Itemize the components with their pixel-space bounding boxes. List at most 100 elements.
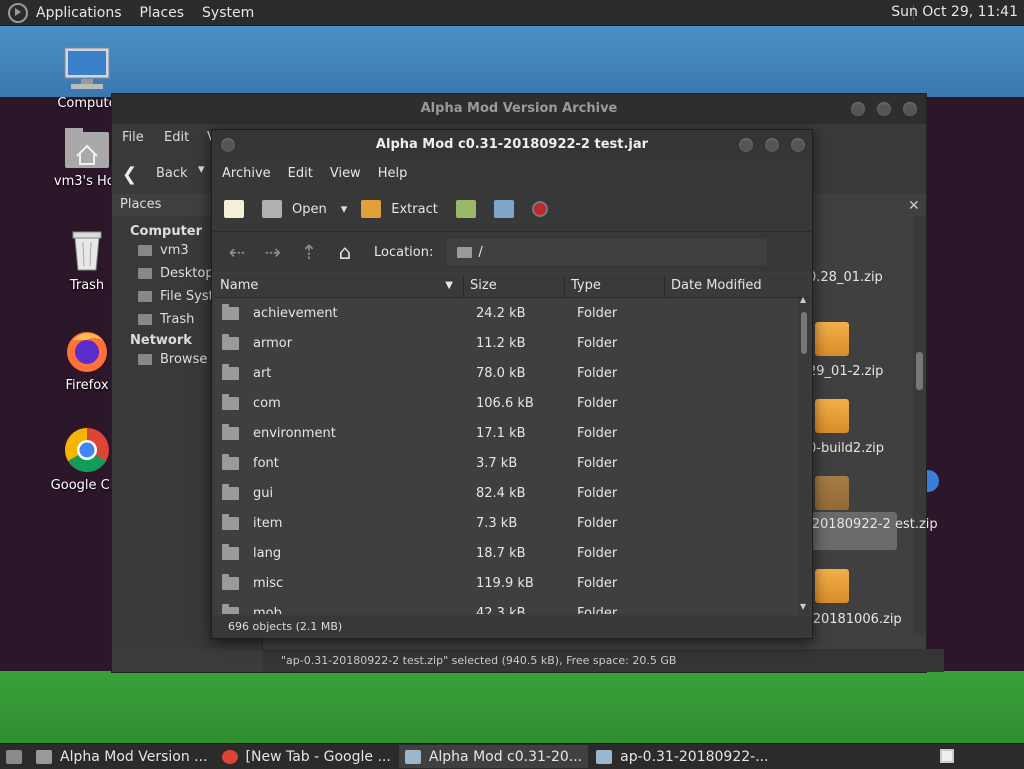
maximize-button[interactable] bbox=[876, 101, 892, 117]
maximize-button[interactable] bbox=[764, 137, 780, 153]
back-button[interactable]: Back bbox=[156, 166, 188, 181]
menu-view[interactable]: View bbox=[330, 166, 361, 181]
minimize-button[interactable] bbox=[738, 137, 754, 153]
table-row[interactable]: lang 18.7 kB Folder bbox=[214, 538, 798, 568]
file-item[interactable]: 0.28_01.zip bbox=[808, 270, 883, 285]
table-row[interactable]: misc 119.9 kB Folder bbox=[214, 568, 798, 598]
back-arrow-icon[interactable]: ⇠ bbox=[226, 240, 248, 264]
column-type[interactable]: Type bbox=[565, 275, 665, 297]
column-date-modified[interactable]: Date Modified bbox=[665, 275, 810, 297]
row-name: font bbox=[253, 455, 279, 471]
menu-edit[interactable]: Edit bbox=[288, 166, 313, 181]
main-menu-icon[interactable] bbox=[8, 2, 28, 23]
extract-button[interactable]: Extract bbox=[391, 202, 438, 217]
row-type: Folder bbox=[577, 365, 618, 381]
sidebar-item-label: vm3 bbox=[160, 243, 189, 258]
zip-file-icon bbox=[815, 322, 849, 356]
file-item[interactable]: 0-build2.zip bbox=[808, 441, 884, 456]
table-row[interactable]: armor 11.2 kB Folder bbox=[214, 328, 798, 358]
open-button[interactable]: Open bbox=[292, 202, 327, 217]
task-label: ap-0.31-20180922-... bbox=[620, 748, 769, 765]
close-tab-icon[interactable]: ✕ bbox=[908, 198, 920, 214]
show-desktop-icon[interactable] bbox=[6, 749, 22, 764]
back-window-title[interactable]: Alpha Mod Version Archive bbox=[112, 94, 926, 124]
close-button[interactable] bbox=[790, 137, 806, 153]
table-row[interactable]: com 106.6 kB Folder bbox=[214, 388, 798, 418]
home-icon[interactable]: ⌂ bbox=[334, 240, 356, 264]
row-size: 106.6 kB bbox=[476, 395, 534, 411]
back-scrollbar-thumb[interactable] bbox=[916, 352, 923, 390]
folder-icon bbox=[222, 453, 239, 470]
up-arrow-icon[interactable]: ⇡ bbox=[298, 240, 320, 264]
back-history-dropdown[interactable]: ▾ bbox=[198, 162, 205, 177]
row-name: armor bbox=[253, 335, 293, 351]
row-size: 18.7 kB bbox=[476, 545, 526, 561]
file-item[interactable]: -20181006.zip bbox=[808, 612, 902, 627]
front-menubar: Archive Edit View Help bbox=[212, 160, 812, 187]
add-files-icon[interactable] bbox=[455, 200, 476, 218]
stop-icon[interactable] bbox=[531, 201, 548, 217]
taskbar-item-archive-active[interactable]: Alpha Mod c0.31-20... bbox=[398, 745, 589, 768]
table-row[interactable]: mob 42.3 kB Folder bbox=[214, 598, 798, 614]
zip-file-icon bbox=[815, 476, 849, 510]
column-size[interactable]: Size bbox=[464, 275, 565, 297]
zip-file-icon bbox=[815, 399, 849, 433]
file-item[interactable]: 29_01-2.zip bbox=[808, 364, 883, 379]
table-row[interactable]: achievement 24.2 kB Folder bbox=[214, 298, 798, 328]
front-status-bar: 696 objects (2.1 MB) bbox=[212, 616, 812, 638]
sidebar-item-label: Browse bbox=[160, 352, 208, 367]
trash-icon bbox=[138, 314, 152, 325]
table-row[interactable]: font 3.7 kB Folder bbox=[214, 448, 798, 478]
menu-archive[interactable]: Archive bbox=[222, 166, 271, 181]
scroll-down-icon[interactable]: ▼ bbox=[800, 602, 806, 611]
column-label: Size bbox=[470, 278, 497, 293]
row-size: 78.0 kB bbox=[476, 365, 526, 381]
menu-applications[interactable]: Applications bbox=[36, 5, 122, 21]
row-size: 82.4 kB bbox=[476, 485, 526, 501]
new-archive-icon[interactable] bbox=[224, 200, 244, 218]
row-name: lang bbox=[253, 545, 282, 561]
row-name: misc bbox=[253, 575, 284, 591]
folder-icon bbox=[222, 303, 239, 320]
taskbar-item-chrome[interactable]: [New Tab - Google ... bbox=[216, 745, 397, 768]
scroll-up-icon[interactable]: ▲ bbox=[800, 295, 806, 304]
list-scrollbar-thumb[interactable] bbox=[801, 312, 807, 354]
forward-arrow-icon[interactable]: ⇢ bbox=[262, 240, 284, 264]
list-scrollbar[interactable]: ▲ ▼ bbox=[798, 295, 810, 614]
trash-icon bbox=[72, 231, 102, 271]
row-size: 17.1 kB bbox=[476, 425, 526, 441]
file-name: 0.28_01.zip bbox=[808, 270, 883, 285]
table-row[interactable]: item 7.3 kB Folder bbox=[214, 508, 798, 538]
taskbar-item-archive[interactable]: ap-0.31-20180922-... bbox=[590, 745, 774, 768]
file-item-selected[interactable]: -20180922-2 est.zip bbox=[803, 512, 938, 550]
menu-file[interactable]: File bbox=[122, 130, 144, 145]
add-folder-icon[interactable] bbox=[493, 200, 514, 218]
close-button[interactable] bbox=[902, 101, 918, 117]
folder-icon bbox=[222, 573, 239, 590]
folder-icon bbox=[222, 513, 239, 530]
menu-system[interactable]: System bbox=[202, 5, 254, 21]
open-dropdown-icon[interactable]: ▾ bbox=[341, 202, 348, 217]
file-name: -20180922-2 est.zip bbox=[807, 517, 938, 532]
table-row[interactable]: environment 17.1 kB Folder bbox=[214, 418, 798, 448]
location-field[interactable]: / bbox=[447, 239, 768, 265]
back-scrollbar[interactable] bbox=[913, 216, 926, 636]
menu-places[interactable]: Places bbox=[140, 5, 185, 21]
row-type: Folder bbox=[577, 455, 618, 471]
back-status-bar: "ap-0.31-20180922-2 test.zip" selected (… bbox=[263, 649, 944, 672]
menu-help[interactable]: Help bbox=[378, 166, 408, 181]
table-row[interactable]: gui 82.4 kB Folder bbox=[214, 478, 798, 508]
archive-manager-icon bbox=[404, 749, 421, 764]
menu-edit[interactable]: Edit bbox=[164, 130, 189, 145]
archive-manager-icon bbox=[596, 749, 613, 764]
minimize-button[interactable] bbox=[850, 101, 866, 117]
window-menu-button[interactable] bbox=[220, 137, 236, 153]
table-row[interactable]: art 78.0 kB Folder bbox=[214, 358, 798, 388]
column-name[interactable]: Name ▼ bbox=[214, 275, 464, 297]
row-size: 11.2 kB bbox=[476, 335, 526, 351]
workspace-switcher[interactable] bbox=[940, 749, 954, 763]
front-window-title[interactable]: Alpha Mod c0.31-20180922-2 test.jar bbox=[212, 130, 812, 160]
clock[interactable]: Sun Oct 29, 11:41 bbox=[891, 4, 1018, 20]
row-name: achievement bbox=[253, 305, 338, 321]
taskbar-item-file-manager[interactable]: Alpha Mod Version ... bbox=[30, 745, 214, 768]
